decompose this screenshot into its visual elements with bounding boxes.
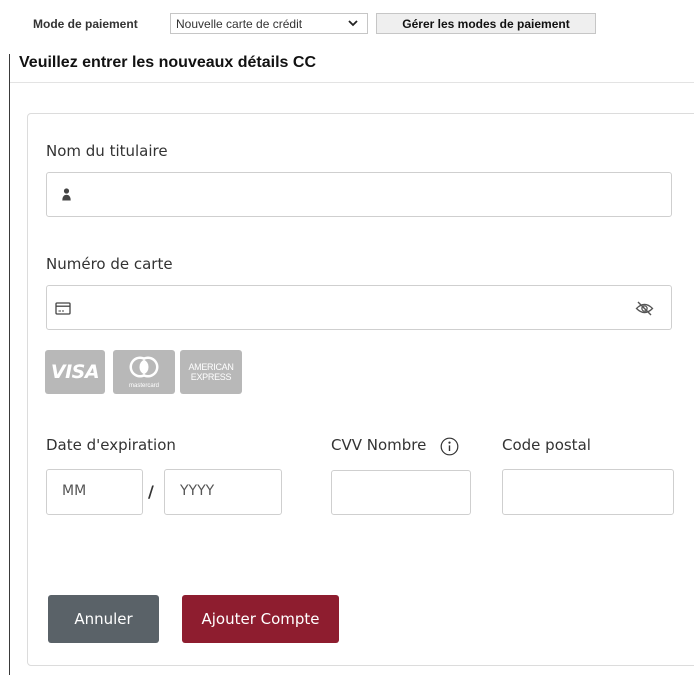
info-icon[interactable] xyxy=(440,437,459,456)
payment-mode-select[interactable]: Nouvelle carte de crédit xyxy=(170,13,368,34)
expiry-year-input[interactable]: YYYY xyxy=(164,469,282,515)
expiry-label: Date d'expiration xyxy=(46,436,176,454)
amex-logo: AMERICAN EXPRESS xyxy=(180,350,242,394)
expiry-month-input[interactable]: MM xyxy=(46,469,143,515)
payment-mode-selected-value: Nouvelle carte de crédit xyxy=(176,17,303,31)
expiry-separator: / xyxy=(148,482,154,501)
chevron-down-icon xyxy=(348,20,358,27)
page-left-border xyxy=(9,54,10,675)
holder-name-input[interactable] xyxy=(46,172,672,217)
eye-slash-icon[interactable] xyxy=(635,301,654,316)
payment-toolbar: Mode de paiement Nouvelle carte de crédi… xyxy=(0,12,694,36)
credit-card-icon xyxy=(55,302,71,315)
add-account-button[interactable]: Ajouter Compte xyxy=(182,595,339,643)
visa-logo: VISA xyxy=(45,350,105,394)
cancel-button[interactable]: Annuler xyxy=(48,595,159,643)
mastercard-circles-icon xyxy=(129,356,159,378)
amex-line-1: AMERICAN xyxy=(188,362,234,372)
section-title: Veuillez entrer les nouveaux détails CC xyxy=(19,54,316,71)
cvv-input[interactable] xyxy=(331,470,471,515)
payment-mode-label: Mode de paiement xyxy=(33,17,138,31)
user-icon xyxy=(62,188,71,201)
card-number-label: Numéro de carte xyxy=(46,255,173,273)
mastercard-logo: mastercard xyxy=(113,350,175,394)
holder-name-label: Nom du titulaire xyxy=(46,142,168,160)
mastercard-wordmark: mastercard xyxy=(128,383,159,389)
manage-payment-modes-button[interactable]: Gérer les modes de paiement xyxy=(376,13,596,34)
amex-line-2: EXPRESS xyxy=(190,372,232,382)
cvv-label: CVV Nombre xyxy=(331,436,427,454)
card-number-input[interactable] xyxy=(46,285,672,330)
title-divider xyxy=(10,82,694,83)
postal-code-input[interactable] xyxy=(502,469,674,515)
postal-code-label: Code postal xyxy=(502,436,591,454)
